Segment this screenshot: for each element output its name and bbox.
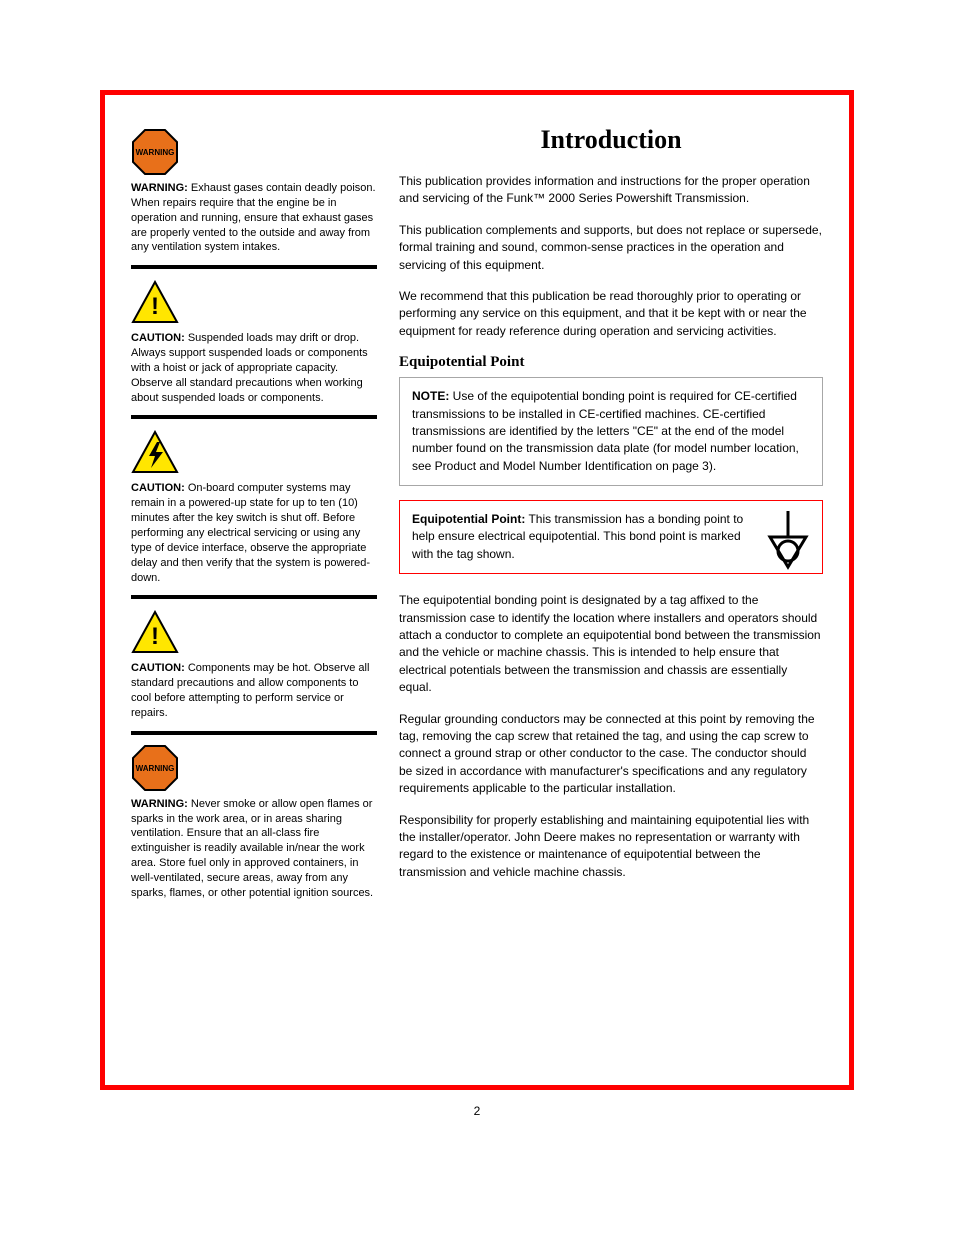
note-lead: NOTE: [412,389,449,403]
intro-para-2: This publication complements and support… [399,222,823,274]
left-column: WARNING WARNING: Exhaust gases contain d… [131,125,377,909]
two-column-layout: WARNING WARNING: Exhaust gases contain d… [131,125,823,909]
safety-text: WARNING: Exhaust gases contain deadly po… [131,181,377,255]
note-box: NOTE: Use of the equipotential bonding p… [399,377,823,486]
safety-body: On-board computer systems may remain in … [131,482,370,583]
introduction-heading: Introduction [399,125,823,155]
warning-icon: WARNING [131,128,179,176]
warning-icon: WARNING [131,744,179,792]
safety-text: CAUTION: Components may be hot. Observe … [131,661,377,720]
caution-icon: ! [131,280,179,324]
page-number: 2 [464,1104,491,1118]
right-column: Introduction This publication provides i… [399,125,823,909]
safety-frame: WARNING WARNING: Exhaust gases contain d… [100,90,854,1090]
caution-bolt-icon [131,430,179,474]
safety-block-smoking-flames: WARNING WARNING: Never smoke or allow op… [131,741,377,901]
safety-lead: CAUTION: [131,662,185,674]
equip-para-1: The equipotential bonding point is desig… [399,592,823,696]
intro-body: This publication provides information an… [399,173,823,340]
svg-text:WARNING: WARNING [136,764,175,773]
intro-para-3: We recommend that this publication be re… [399,288,823,340]
safety-lead: WARNING: [131,798,188,810]
safety-block-exhaust: WARNING WARNING: Exhaust gases contain d… [131,125,377,255]
divider [131,595,377,599]
safety-block-hot-components: ! CAUTION: Components may be hot. Observ… [131,605,377,720]
svg-text:!: ! [151,293,159,320]
svg-text:!: ! [151,623,159,650]
intro-para-1: This publication provides information an… [399,173,823,208]
safety-text: CAUTION: On-board computer systems may r… [131,481,377,585]
svg-text:WARNING: WARNING [136,148,175,157]
safety-body: Never smoke or allow open flames or spar… [131,798,373,899]
safety-text: CAUTION: Suspended loads may drift or dr… [131,331,377,405]
safety-block-suspended-loads: ! CAUTION: Suspended loads may drift or … [131,275,377,405]
divider [131,731,377,735]
safety-head: WARNING [131,125,377,179]
safety-lead: CAUTION: [131,332,185,344]
divider [131,265,377,269]
equipotential-lead: Equipotential Point: [412,512,525,526]
safety-head: ! [131,275,377,329]
equipotential-body: The equipotential bonding point is desig… [399,592,823,881]
safety-head [131,425,377,479]
safety-block-onboard-computer: CAUTION: On-board computer systems may r… [131,425,377,585]
caution-icon: ! [131,610,179,654]
safety-lead: CAUTION: [131,482,185,494]
equipotential-icon [764,509,812,586]
equip-para-3: Responsibility for properly establishing… [399,812,823,882]
safety-text: WARNING: Never smoke or allow open flame… [131,797,377,901]
safety-head: ! [131,605,377,659]
safety-lead: WARNING: [131,182,188,194]
divider [131,415,377,419]
page: WARNING WARNING: Exhaust gases contain d… [0,0,954,1150]
equip-para-2: Regular grounding conductors may be conn… [399,711,823,798]
equipotential-callout-box: Equipotential Point: This transmission h… [399,500,823,574]
equipotential-heading: Equipotential Point [399,354,823,371]
note-text: Use of the equipotential bonding point i… [412,389,799,473]
safety-head: WARNING [131,741,377,795]
